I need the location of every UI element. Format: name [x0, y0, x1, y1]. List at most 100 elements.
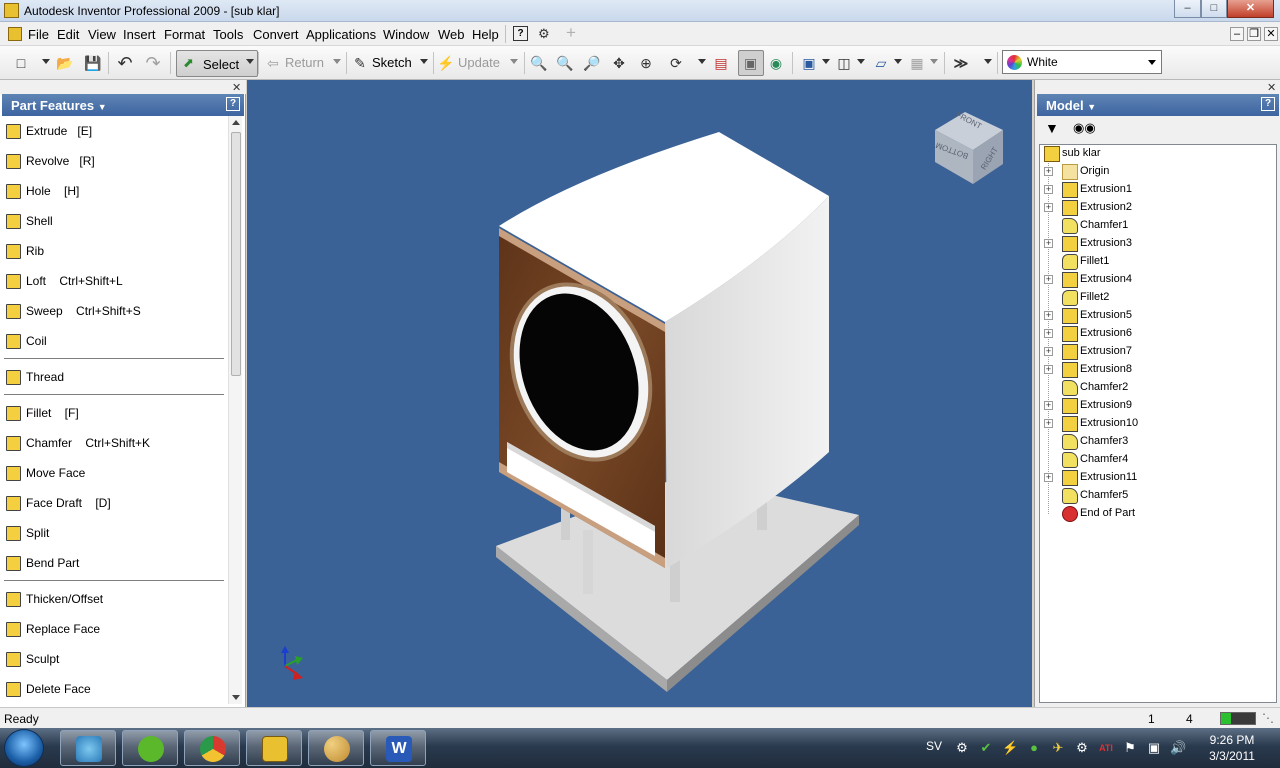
inventor-app-icon[interactable]: [4, 3, 19, 18]
feature-item[interactable]: Replace Face: [0, 614, 224, 644]
feature-item[interactable]: Split: [0, 518, 224, 548]
open-icon[interactable]: 📂: [56, 54, 74, 72]
filter-icon[interactable]: ▼: [1045, 120, 1059, 136]
language-indicator[interactable]: SV: [926, 739, 942, 753]
zoom-icon[interactable]: 🔎: [583, 54, 601, 72]
sketch-icon[interactable]: ✎: [351, 54, 369, 72]
section-view-icon[interactable]: ▱: [872, 54, 890, 72]
airplane-icon[interactable]: ✈: [1050, 740, 1066, 756]
sketch-label[interactable]: Sketch: [372, 55, 412, 70]
tree-node[interactable]: Chamfer1: [1040, 217, 1276, 235]
zoom-selected-icon[interactable]: ⊕: [637, 54, 655, 72]
zoom-all-icon[interactable]: 🔍: [530, 54, 548, 72]
feature-item[interactable]: Loft Ctrl+Shift+L: [0, 266, 224, 296]
expand-icon[interactable]: +: [1044, 329, 1053, 338]
feature-item[interactable]: Shell: [0, 206, 224, 236]
new-icon[interactable]: □: [12, 54, 30, 72]
feature-item[interactable]: Thread: [0, 362, 224, 392]
tree-node[interactable]: + Extrusion1: [1040, 181, 1276, 199]
expand-icon[interactable]: +: [1044, 419, 1053, 428]
feature-item[interactable]: Extrude [E]: [0, 116, 224, 146]
add-icon[interactable]: +: [566, 23, 576, 43]
whats-this-icon[interactable]: ⚙: [538, 26, 550, 42]
tree-node[interactable]: End of Part: [1040, 505, 1276, 523]
tree-node[interactable]: Chamfer2: [1040, 379, 1276, 397]
taskbar-paint[interactable]: [308, 730, 364, 766]
menu-window[interactable]: Window: [383, 27, 429, 42]
doc-restore-button[interactable]: ❐: [1247, 27, 1261, 41]
perspective-dropdown-icon[interactable]: [857, 59, 865, 64]
feature-item[interactable]: Thicken/Offset: [0, 584, 224, 614]
feature-item[interactable]: Face Draft [D]: [0, 488, 224, 518]
design-doctor-icon[interactable]: ≫: [952, 54, 970, 72]
help-icon[interactable]: ?: [226, 97, 240, 111]
feature-item[interactable]: Hole [H]: [0, 176, 224, 206]
feature-item[interactable]: Coil: [0, 326, 224, 356]
menu-file[interactable]: File: [28, 27, 49, 42]
menu-insert[interactable]: Insert: [123, 27, 156, 42]
taskbar-inventor[interactable]: [246, 730, 302, 766]
minimize-button[interactable]: –: [1174, 0, 1201, 18]
expand-icon[interactable]: +: [1044, 401, 1053, 410]
close-button[interactable]: ✕: [1227, 0, 1274, 18]
view-cube[interactable]: FRONT RIGHT BOTTOM: [933, 102, 1007, 184]
tree-node[interactable]: + Extrusion6: [1040, 325, 1276, 343]
expand-icon[interactable]: +: [1044, 167, 1053, 176]
look-at-icon[interactable]: ▤: [712, 54, 730, 72]
panel-header[interactable]: Part Features ▼ ?: [2, 94, 244, 116]
tree-node[interactable]: + Extrusion2: [1040, 199, 1276, 217]
menu-view[interactable]: View: [88, 27, 116, 42]
orbit-icon[interactable]: ⟳: [667, 54, 685, 72]
ati-icon[interactable]: ATI: [1098, 740, 1114, 756]
feature-item[interactable]: Move Face: [0, 458, 224, 488]
expand-icon[interactable]: +: [1044, 365, 1053, 374]
expand-icon[interactable]: +: [1044, 473, 1053, 482]
steam-icon[interactable]: ⚙: [954, 740, 970, 756]
undo-icon[interactable]: ↶: [116, 54, 134, 72]
view-dropdown-icon[interactable]: [822, 59, 830, 64]
expand-icon[interactable]: +: [1044, 239, 1053, 248]
doc-minimize-button[interactable]: –: [1230, 27, 1244, 41]
tree-node[interactable]: + Extrusion11: [1040, 469, 1276, 487]
menu-applications[interactable]: Applications: [306, 27, 376, 42]
close-icon[interactable]: ✕: [232, 81, 241, 94]
find-binoculars-icon[interactable]: ◉◉: [1073, 120, 1096, 136]
feature-item[interactable]: Revolve [R]: [0, 146, 224, 176]
help-topics-icon[interactable]: ?: [513, 26, 528, 41]
new-dropdown-icon[interactable]: [42, 59, 50, 64]
feature-item[interactable]: Rib: [0, 236, 224, 266]
graphics-viewport[interactable]: FRONT RIGHT BOTTOM: [247, 80, 1032, 707]
expand-icon[interactable]: +: [1044, 275, 1053, 284]
save-icon[interactable]: 💾: [84, 54, 102, 72]
expand-icon[interactable]: +: [1044, 203, 1053, 212]
model-tree[interactable]: sub klar + Origin + Extrusion1 + Extrusion2 Cha…: [1039, 144, 1277, 703]
resize-grip-icon[interactable]: ⋱: [1262, 711, 1274, 725]
power-icon[interactable]: ⚡: [1002, 740, 1018, 756]
flag-icon[interactable]: ⚑: [1122, 740, 1138, 756]
tree-node[interactable]: + Extrusion9: [1040, 397, 1276, 415]
view-cube-icon[interactable]: ▣: [800, 54, 818, 72]
close-icon[interactable]: ✕: [1267, 81, 1276, 94]
taskbar-spotify[interactable]: [122, 730, 178, 766]
menu-convert[interactable]: Convert: [253, 27, 299, 42]
start-button[interactable]: [4, 729, 44, 767]
feature-item[interactable]: Delete Face: [0, 674, 224, 704]
taskbar-messenger[interactable]: [60, 730, 116, 766]
panel-header[interactable]: Model ▼ ?: [1037, 94, 1279, 116]
design-dropdown-icon[interactable]: [984, 59, 992, 64]
color-style-dropdown[interactable]: White: [1002, 50, 1162, 74]
select-dropdown-icon[interactable]: [246, 59, 254, 64]
expand-icon[interactable]: +: [1044, 347, 1053, 356]
tree-node[interactable]: + Extrusion4: [1040, 271, 1276, 289]
feature-item[interactable]: Fillet [F]: [0, 398, 224, 428]
gear-icon[interactable]: ⚙: [1074, 740, 1090, 756]
clock[interactable]: 9:26 PM 3/3/2011: [1196, 732, 1268, 764]
scroll-down-icon[interactable]: [232, 695, 240, 700]
tree-root[interactable]: sub klar: [1040, 145, 1276, 163]
feature-item[interactable]: Sweep Ctrl+Shift+S: [0, 296, 224, 326]
feature-item[interactable]: Sculpt: [0, 644, 224, 674]
tree-node[interactable]: + Extrusion3: [1040, 235, 1276, 253]
menu-help[interactable]: Help: [472, 27, 499, 42]
scrollbar-thumb[interactable]: [231, 132, 241, 376]
expand-icon[interactable]: +: [1044, 185, 1053, 194]
